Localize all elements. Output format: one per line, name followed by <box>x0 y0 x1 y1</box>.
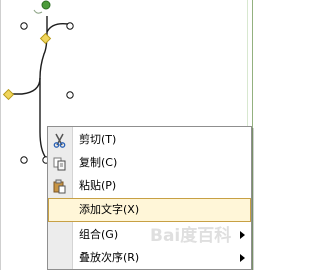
chevron-right-icon <box>240 254 245 262</box>
rotation-arrow-icon <box>33 9 43 14</box>
menu-item-group[interactable]: 组合(G) <box>48 223 251 247</box>
menu-item-order[interactable]: 叠放次序(R) <box>48 246 251 269</box>
menu-item-label: 粘贴(P) <box>79 179 117 192</box>
menu-item-cut[interactable]: 剪切(T) <box>48 128 251 152</box>
adjustment-handle[interactable] <box>2 88 15 101</box>
menu-item-label: 组合(G) <box>79 228 119 241</box>
selection-handle[interactable] <box>66 22 74 30</box>
right-pane-border <box>252 0 253 270</box>
cut-icon <box>53 133 66 148</box>
menu-item-copy[interactable]: 复制(C) <box>48 151 251 175</box>
menu-item-label: 剪切(T) <box>79 133 117 146</box>
menu-item-add-text[interactable]: 添加文字(X) <box>48 198 251 222</box>
menu-item-label: 复制(C) <box>79 156 118 169</box>
selection-handle[interactable] <box>20 22 28 30</box>
connector-line-left-branch[interactable] <box>10 77 41 95</box>
connector-line-upper-branch[interactable] <box>46 22 69 33</box>
chevron-right-icon <box>240 231 245 239</box>
menu-item-label: 添加文字(X) <box>79 203 140 216</box>
paste-icon <box>53 179 66 194</box>
menu-item-paste[interactable]: 粘贴(P) <box>48 174 251 198</box>
diagram-editor-screen: 剪切(T) 复制(C) 粘贴(P) 添加文字(X) 组合(G) 叠放次序(R) … <box>0 0 259 270</box>
copy-icon <box>53 157 66 171</box>
selection-handle[interactable] <box>20 156 28 164</box>
adjustment-handle[interactable] <box>39 32 52 45</box>
selection-handle[interactable] <box>66 91 74 99</box>
rotation-handle[interactable] <box>41 0 51 10</box>
menu-item-label: 叠放次序(R) <box>79 251 140 264</box>
left-window-edge <box>0 0 1 270</box>
context-menu[interactable]: 剪切(T) 复制(C) 粘贴(P) 添加文字(X) 组合(G) 叠放次序(R) <box>47 126 252 270</box>
